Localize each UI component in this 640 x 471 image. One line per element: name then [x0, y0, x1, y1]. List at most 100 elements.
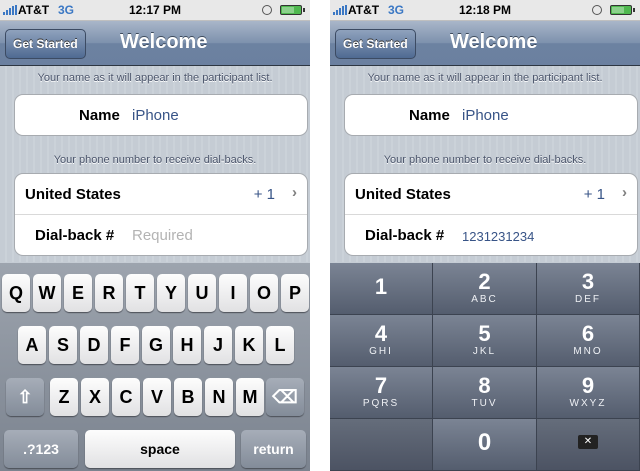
clock-icon	[592, 5, 602, 15]
country-row[interactable]: United States + 1 ›	[345, 174, 637, 214]
name-label: Name	[409, 107, 450, 124]
delete-icon: ⌫	[272, 387, 298, 407]
dialback-row[interactable]: Dial-back # Required	[15, 214, 307, 255]
shift-key[interactable]: ⇧	[6, 378, 44, 416]
key-f[interactable]: F	[111, 326, 139, 364]
country-code: + 1	[253, 186, 275, 203]
key-d[interactable]: D	[80, 326, 108, 364]
dialback-field[interactable]: 1231231234	[462, 229, 534, 244]
name-section-label: Your name as it will appear in the parti…	[37, 72, 273, 84]
key-y[interactable]: Y	[157, 274, 185, 312]
key-o[interactable]: O	[250, 274, 278, 312]
key-j[interactable]: J	[204, 326, 232, 364]
dialback-row[interactable]: Dial-back # 1231231234	[345, 214, 637, 255]
numpad-key-1[interactable]: 1	[330, 263, 433, 315]
numpad-letters: MNO	[573, 346, 603, 357]
numpad-key-2[interactable]: 2 ABC	[433, 263, 537, 315]
form-area: Your name as it will appear in the parti…	[0, 66, 310, 262]
space-key[interactable]: space	[85, 430, 235, 468]
country-code: + 1	[583, 186, 605, 203]
numpad-letters: DEF	[575, 294, 601, 305]
key-m[interactable]: M	[236, 378, 264, 416]
return-key[interactable]: return	[241, 430, 306, 468]
numpad-digit: 7	[374, 373, 388, 398]
name-field[interactable]: iPhone	[132, 107, 179, 124]
delete-key[interactable]: ⌫	[266, 378, 304, 416]
numpad-digit: 2	[478, 269, 491, 294]
numpad-letters: TUV	[471, 398, 498, 409]
page-title: Welcome	[450, 31, 538, 53]
country-row[interactable]: United States + 1 ›	[15, 174, 307, 214]
key-z[interactable]: Z	[50, 378, 78, 416]
numpad-digit: 4	[374, 321, 388, 346]
key-h[interactable]: H	[173, 326, 201, 364]
key-l[interactable]: L	[266, 326, 294, 364]
dialback-field[interactable]: Required	[132, 227, 193, 244]
name-row[interactable]: Name iPhone	[345, 95, 637, 135]
numpad-digit: 8	[478, 373, 491, 398]
key-n[interactable]: N	[205, 378, 233, 416]
numpad-key-9[interactable]: 9 WXYZ	[537, 367, 640, 419]
phone-screen-right: AT&T 3G 12:18 PM Get Started Welcome You…	[330, 0, 640, 471]
mode-switch-key[interactable]: .?123	[4, 430, 78, 468]
key-s[interactable]: S	[49, 326, 77, 364]
key-b[interactable]: B	[174, 378, 202, 416]
battery-icon	[610, 5, 635, 15]
key-w[interactable]: W	[33, 274, 61, 312]
name-group: Name iPhone	[344, 94, 638, 136]
number-pad: 1 2 ABC 3 DEF 4 GHI 5 JKL 6 MNO 7 PQRS 8 TUV 9 WXYZ 0 ✕	[330, 263, 640, 471]
phone-section-label: Your phone number to receive dial-backs.	[53, 154, 257, 166]
dialback-label: Dial-back #	[35, 227, 115, 244]
dialback-label: Dial-back #	[365, 227, 445, 244]
key-p[interactable]: P	[281, 274, 309, 312]
phone-screen-left: AT&T 3G 12:17 PM Get Started Welcome You…	[0, 0, 310, 471]
key-v[interactable]: V	[143, 378, 171, 416]
key-i[interactable]: I	[219, 274, 247, 312]
key-e[interactable]: E	[64, 274, 92, 312]
battery-icon	[280, 5, 305, 15]
name-section-label: Your name as it will appear in the parti…	[367, 72, 603, 84]
numpad-digit: 1	[374, 274, 388, 299]
get-started-button[interactable]: Get Started	[335, 29, 416, 59]
key-x[interactable]: X	[81, 378, 109, 416]
name-row[interactable]: Name iPhone	[15, 95, 307, 135]
numpad-key-5[interactable]: 5 JKL	[433, 315, 537, 367]
numpad-key-0[interactable]: 0	[433, 419, 537, 471]
numpad-digit: 9	[581, 373, 595, 398]
numpad-key-3[interactable]: 3 DEF	[537, 263, 640, 315]
numpad-key-8[interactable]: 8 TUV	[433, 367, 537, 419]
name-field[interactable]: iPhone	[462, 107, 509, 124]
qwerty-keyboard: QWERTYUIOP ASDFGHJKL ZXCVBNM ⇧ ⌫ .?123 sp…	[0, 263, 310, 471]
key-r[interactable]: R	[95, 274, 123, 312]
delete-icon: ✕	[578, 435, 598, 449]
numpad-key-4[interactable]: 4 GHI	[330, 315, 433, 367]
key-k[interactable]: K	[235, 326, 263, 364]
get-started-button[interactable]: Get Started	[5, 29, 86, 59]
key-c[interactable]: C	[112, 378, 140, 416]
name-group: Name iPhone	[14, 94, 308, 136]
numpad-digit: 0	[477, 429, 492, 456]
key-t[interactable]: T	[126, 274, 154, 312]
shift-icon: ⇧	[17, 387, 33, 407]
status-bar: AT&T 3G 12:17 PM	[0, 0, 310, 21]
numpad-letters: PQRS	[362, 398, 400, 409]
chevron-right-icon: ›	[622, 184, 627, 201]
numpad-key-7[interactable]: 7 PQRS	[330, 367, 433, 419]
numpad-letters: GHI	[369, 346, 393, 357]
status-bar: AT&T 3G 12:18 PM	[330, 0, 640, 21]
form-area: Your name as it will appear in the parti…	[330, 66, 640, 262]
phone-section-label: Your phone number to receive dial-backs.	[383, 154, 587, 166]
numpad-letters: WXYZ	[569, 398, 607, 409]
navigation-bar: Get Started Welcome	[330, 21, 640, 66]
page-title: Welcome	[120, 31, 208, 53]
key-q[interactable]: Q	[2, 274, 30, 312]
numpad-digit: 6	[581, 321, 595, 346]
numpad-key-6[interactable]: 6 MNO	[537, 315, 640, 367]
numpad-letters: JKL	[472, 346, 497, 357]
numpad-blank-key	[330, 419, 433, 471]
name-label: Name	[79, 107, 120, 124]
key-u[interactable]: U	[188, 274, 216, 312]
numpad-delete-key[interactable]: ✕	[537, 419, 640, 471]
key-a[interactable]: A	[18, 326, 46, 364]
key-g[interactable]: G	[142, 326, 170, 364]
